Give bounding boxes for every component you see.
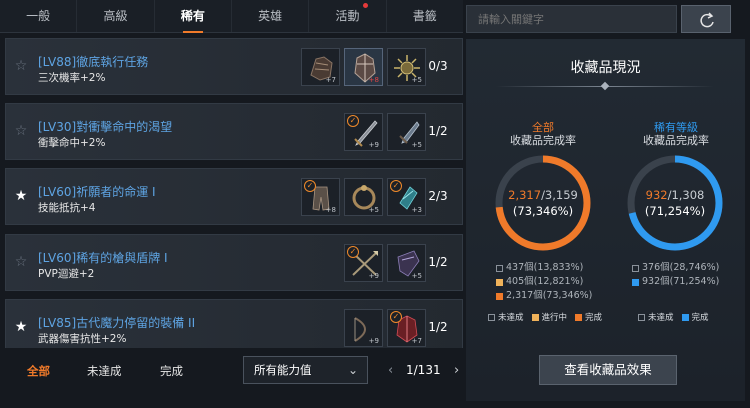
overall-legend: 未達成 進行中 完成	[488, 311, 602, 323]
collection-row[interactable]: ☆ [LV60]稀有的槍與盾牌 I PVP迴避+2 ✓ +9 +5 1/2	[5, 234, 463, 291]
overall-ring-label: 2,317/3,159 (73,346%)	[508, 188, 578, 218]
collection-progress: 2/3	[428, 189, 448, 203]
view-collection-effects-button[interactable]: 查看收藏品效果	[539, 355, 677, 385]
overall-heading: 全部 收藏品完成率	[510, 121, 576, 147]
filter-all[interactable]: 全部	[27, 363, 50, 379]
item-slot[interactable]: ✓ +9	[344, 244, 383, 282]
search-input[interactable]	[466, 5, 677, 33]
item-slot[interactable]: +7	[301, 48, 340, 86]
collection-title: [LV60]祈願者的命運 I	[38, 185, 156, 199]
tab-event[interactable]: 活動	[309, 0, 387, 32]
collection-progress: 0/3	[428, 59, 448, 73]
collection-row[interactable]: ☆ [LV30]對衝擊命中的渴望 衝擊命中+2% ✓ +9 +5 1/2	[5, 103, 463, 160]
bookmark-star-icon[interactable]: ☆	[14, 124, 28, 138]
collection-title: [LV30]對衝擊命中的渴望	[38, 120, 173, 134]
rare-legend: 未達成 完成	[638, 311, 709, 323]
bookmark-star-icon[interactable]: ☆	[14, 59, 28, 73]
bookmark-star-icon[interactable]: ☆	[14, 255, 28, 269]
item-slots: ✓ +9 +5	[344, 244, 426, 282]
collection-stat: 技能抵抗+4	[38, 202, 96, 214]
legend-swatch	[496, 264, 503, 272]
divider-ornament	[600, 81, 610, 91]
collection-stat: 衝擊命中+2%	[38, 137, 106, 149]
check-icon: ✓	[347, 246, 359, 258]
collection-row[interactable]: ☆ [LV88]徹底執行任務 三次機率+2% +7 +8 +5 0/3	[5, 38, 463, 95]
legend-swatch	[496, 278, 503, 286]
item-slot[interactable]: +5	[344, 178, 383, 216]
collection-title: [LV60]稀有的槍與盾牌 I	[38, 251, 168, 265]
category-tabs: 一般 高級 稀有 英雄 活動 書籤	[0, 0, 463, 33]
collection-title: [LV88]徹底執行任務	[38, 55, 149, 69]
tab-general[interactable]: 一般	[0, 0, 78, 32]
collection-progress: 1/2	[428, 255, 448, 269]
collection-stat: 三次機率+2%	[38, 72, 106, 84]
collection-progress: 1/2	[428, 320, 448, 334]
collection-row[interactable]: ★ [LV85]古代魔力停留的裝備 II 武器傷害抗性+2% +9 ✓ +7 1…	[5, 299, 463, 348]
item-slot[interactable]: ✓ +9	[344, 113, 383, 151]
check-icon: ✓	[304, 180, 316, 192]
tab-bookmark[interactable]: 書籤	[387, 0, 463, 32]
rare-heading: 稀有等級 收藏品完成率	[643, 121, 709, 147]
item-slots: ✓ +8 +5 ✓ +3	[301, 178, 426, 216]
filter-bar: 全部 未達成 完成 所有能力值 ⌄ ‹ 1/131 ›	[0, 350, 463, 392]
item-slot[interactable]: ✓ +8	[301, 178, 340, 216]
collection-list: ☆ [LV88]徹底執行任務 三次機率+2% +7 +8 +5 0/3 ☆ [L…	[5, 38, 463, 348]
collection-row[interactable]: ★ [LV60]祈願者的命運 I 技能抵抗+4 ✓ +8 +5 ✓ +3 2/3	[5, 168, 463, 225]
next-page-button[interactable]: ›	[454, 363, 459, 378]
tab-hero[interactable]: 英雄	[232, 0, 310, 32]
item-slots: +7 +8 +5	[301, 48, 426, 86]
ability-select[interactable]: 所有能力值 ⌄	[243, 356, 368, 384]
panel-title: 收藏品現況	[570, 60, 641, 76]
filter-complete[interactable]: 完成	[160, 363, 183, 379]
collection-stat: 武器傷害抗性+2%	[38, 333, 127, 345]
tab-advanced[interactable]: 高級	[77, 0, 155, 32]
prev-page-button[interactable]: ‹	[388, 363, 393, 378]
collection-stat: PVP迴避+2	[38, 268, 95, 280]
overall-stats: 437個(13,833%) 405個(12,821%) 2,317個(73,34…	[496, 261, 592, 303]
chevron-down-icon: ⌄	[347, 363, 358, 377]
item-slot[interactable]: +9	[344, 309, 383, 347]
refresh-button[interactable]	[681, 5, 731, 33]
bookmark-star-icon[interactable]: ★	[14, 189, 28, 203]
check-icon: ✓	[390, 180, 402, 192]
check-icon: ✓	[347, 115, 359, 127]
collection-title: [LV85]古代魔力停留的裝備 II	[38, 316, 196, 330]
item-slots: +9 ✓ +7	[344, 309, 426, 347]
page-indicator: 1/131	[406, 363, 441, 377]
item-slots: ✓ +9 +5	[344, 113, 426, 151]
check-icon: ✓	[390, 311, 402, 323]
filter-incomplete[interactable]: 未達成	[87, 363, 122, 379]
rare-ring-label: 932/1,308 (71,254%)	[644, 188, 706, 218]
legend-swatch	[632, 278, 639, 286]
tab-rare[interactable]: 稀有	[155, 0, 232, 32]
legend-swatch	[632, 264, 639, 272]
collection-status-panel: 收藏品現況 全部 收藏品完成率 2,317/3,159 (73,346%) 43…	[466, 39, 745, 401]
notification-dot	[362, 3, 368, 8]
legend-swatch	[496, 292, 503, 300]
item-slot[interactable]: +8	[344, 48, 383, 86]
collection-progress: 1/2	[428, 124, 448, 138]
refresh-icon	[700, 12, 714, 28]
bookmark-star-icon[interactable]: ★	[14, 320, 28, 334]
rare-stats: 376個(28,746%) 932個(71,254%)	[632, 261, 719, 289]
